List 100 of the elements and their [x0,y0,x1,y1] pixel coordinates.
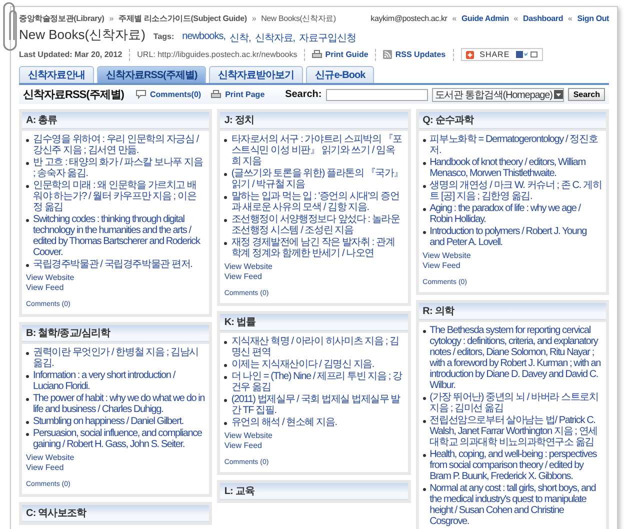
feed-link[interactable]: View Feed [26,463,64,473]
book-link[interactable]: 이제는 지식재산이다 / 김명신 지음. [231,359,374,370]
printer-icon [312,50,322,59]
print-guide-link[interactable]: Print Guide [325,50,368,59]
search-field[interactable] [326,88,428,100]
tag-link[interactable]: 신착, [229,31,251,45]
book-link[interactable]: 국립경주박물관 / 국립경주박물관 편저. [33,259,192,270]
feed-link[interactable]: View Website [26,273,74,283]
book-link[interactable]: Introduction to polymers / Robert J. Young and Peter A. Lovell. [430,226,602,248]
book-link[interactable]: Persuasion, social influence, and compliance gaining / Robert H. Gass, John S. Seiter. [33,428,206,450]
bullet-icon [224,341,228,344]
plus-icon [466,50,474,58]
bullet-icon [26,139,29,142]
book-link[interactable]: 반 고흐 : 태양의 화가 / 파스칼 보나푸 지음 ; 송숙자 옮김. [33,157,206,179]
bullet-icon [422,488,426,491]
feed-link[interactable]: View Website [224,431,272,441]
bullet-icon [422,185,426,188]
bullet-icon [422,162,426,165]
box-header: R: 의학 [418,303,606,320]
bullet-icon [224,173,228,176]
book-link[interactable]: Aging : the paradox of life : why we age / Robin Holliday. [430,203,602,225]
feed-link[interactable]: View Website [224,262,272,272]
search-scope-dropdown[interactable]: 도서관 통합검색(Homepage) [432,88,564,102]
feed-link[interactable]: View Feed [26,283,64,293]
rss-icon [383,50,392,59]
bullet-icon [422,231,426,234]
book-link[interactable]: 조선행정이 서양행정보다 앞섰다 : 놀라운 조선행정 시스템 / 조성린 지음 [231,214,404,236]
bullet-icon [422,420,426,423]
tag-link[interactable]: 자료구입신청 [299,31,356,45]
breadcrumb-separator: » [109,14,114,23]
search-button[interactable]: Search [568,88,605,101]
bullet-icon [26,185,29,188]
book-link[interactable]: 피부노화학 = Dermatogerontology / 정진호 저. [430,134,602,156]
book-link[interactable]: The Bethesda system for reporting cervical cytology : definitions, criteria, and explanatory notes / editors, Diane Solomon, Ritu Nayar ; with a foreword by Robert J. Kurman ; with an introduction by Diane D. Davey and David C. Wilbur. [430,325,602,391]
book-link[interactable]: Health, coping, and well-being : perspectives from social comparison theory / edited by Bram P. Buunk, Frederick X. Gibbons. [430,449,602,482]
book-link[interactable]: Information : a very short introduction / Luciano Floridi. [33,370,206,392]
printer-icon [211,90,222,99]
book-link[interactable]: 전립선암으로부터 살아남는 법/ Patrick C. Walsh, Janet Farrar Worthington 지음 ; 연세대학교 의과대학 비뇨의과학연구소 옮김 [430,415,602,448]
book-link[interactable]: Handbook of knot theory / editors, William Menasco, Morwen Thistlethwaite. [430,157,602,179]
bullet-icon [26,264,29,267]
account-link[interactable]: Guide Admin [461,14,509,23]
tags-label: Tags: [153,32,174,41]
book-link[interactable]: 유언의 해석 / 현소혜 지음. [231,417,337,428]
box-header: K: 법률 [220,314,408,331]
share-button[interactable]: SHARE [460,48,543,61]
box-header: Q: 순수과학 [418,112,606,129]
bullet-icon [224,376,228,379]
account-link[interactable]: Sign Out [577,14,609,23]
bullet-icon [26,219,29,222]
book-link[interactable]: 타자로서의 서구 : 가야트리 스피박의 『포스트식민 이성 비판』 읽기와 쓰기 / 임옥희 지음 [231,134,404,167]
book-link[interactable]: (가장 뛰어난) 중년의 뇌 / 바버라 스트로치 지음 ; 김미선 옮김 [430,392,602,414]
feed-link[interactable]: View Website [26,453,74,463]
bullet-icon [26,398,29,401]
feed-link[interactable]: View Feed [224,441,262,451]
link-separator: « [568,14,572,23]
print-page-link[interactable]: Print Page [225,90,265,99]
book-link[interactable]: The power of habit : why we do what we do in life and business / Charles Duhigg. [33,393,206,415]
book-link[interactable]: 생명의 개연성 / 마크 W. 커슈너 ; 존 C. 게히트 [공] 지음 ; 김한영 옮김. [430,180,602,202]
box-header: C: 역사보조학 [22,505,210,522]
breadcrumb-separator: » [252,14,256,23]
book-link[interactable]: 지식재산 혁명 / 아라이 히사미츠 지음 ; 김명신 편역 [231,336,404,358]
breadcrumb-link[interactable]: 중앙학술정보관(Library) [19,13,104,24]
book-link[interactable]: 더 나인 = (The) Nine / 제프리 투빈 지음 ; 강건우 옮김 [231,371,404,393]
tag-link[interactable]: 신착자료, [254,31,296,45]
bullet-icon [422,208,426,211]
paperclip-icon [2,0,18,52]
bullet-icon [26,352,29,355]
feed-link[interactable]: View Feed [422,261,460,271]
book-link[interactable]: Switching codes : thinking through digital technology in the humanities and the arts / edited by Thomas Bartscherer and Roderick Coover. [33,214,206,258]
rss-updates-link[interactable]: RSS Updates [395,50,446,59]
book-link[interactable]: 말하는 입과 먹는 입 : '증언의 시대'의 증언과 새로운 사유의 모색 / 김항 지음. [231,191,404,213]
tab[interactable]: 신착자료안내 [19,66,94,83]
book-link[interactable]: 인문학의 미래 : 왜 인문학을 가르치고 배워야 하는가? / 월터 카우프만 지음 ; 이은정 옮김 [33,180,206,213]
bullet-icon [26,421,29,424]
bullet-icon [224,364,228,367]
book-link[interactable]: 권력이란 무엇인가 / 한병철 지음 ; 김남시 옮김. [33,347,206,369]
tag-link[interactable]: newbooks, [182,31,226,45]
box-header: L: 교육 [220,483,408,500]
book-link[interactable]: (2011) 법제실무 / 국회 법제실 법제실무 발간 TF 집필. [231,394,404,416]
tab[interactable]: 신착자료RSS(주제별) [97,66,206,83]
book-link[interactable]: 재정 경제발전에 남긴 작은 발자취 : 관계 학계 정계와 함께한 반세기 / 나오연 [231,237,404,259]
feed-link[interactable]: View Feed [224,272,262,282]
user-email: kaykim@postech.ac.kr [370,14,448,23]
breadcrumb-link[interactable]: 주제별 리소스가이드(Subject Guide) [118,13,247,24]
social-icons [516,51,538,58]
book-link[interactable]: Normal at any cost : tall girls, short boys, and the medical industry's quest to manipulate height / Susan Cohen and Christine Cosgrove. [430,483,602,527]
bullet-icon [422,139,426,142]
account-link[interactable]: Dashboard [523,14,564,23]
book-link[interactable]: Stumbling on happiness / Daniel Gilbert. [33,416,184,427]
breadcrumb-current: New Books(신착자료) [261,13,336,24]
comments-link[interactable]: Comments(0) [150,90,202,99]
tab[interactable]: 신착자료받아보기 [209,66,304,83]
link-separator: « [452,14,456,23]
feed-link[interactable]: View Website [422,251,471,261]
box-header: A: 총류 [22,112,210,129]
bullet-icon [224,196,228,199]
book-link[interactable]: (글쓰기와 토론을 위한) 플라톤의 『국가』 읽기 / 박규철 지음 [231,168,404,190]
book-link[interactable]: 김수영을 위하여 : 우리 인문학의 자긍심 / 강신주 지음 ; 김서연 만듦. [33,134,206,156]
bullet-icon [26,375,29,378]
tab[interactable]: 신규e-Book [306,66,374,83]
